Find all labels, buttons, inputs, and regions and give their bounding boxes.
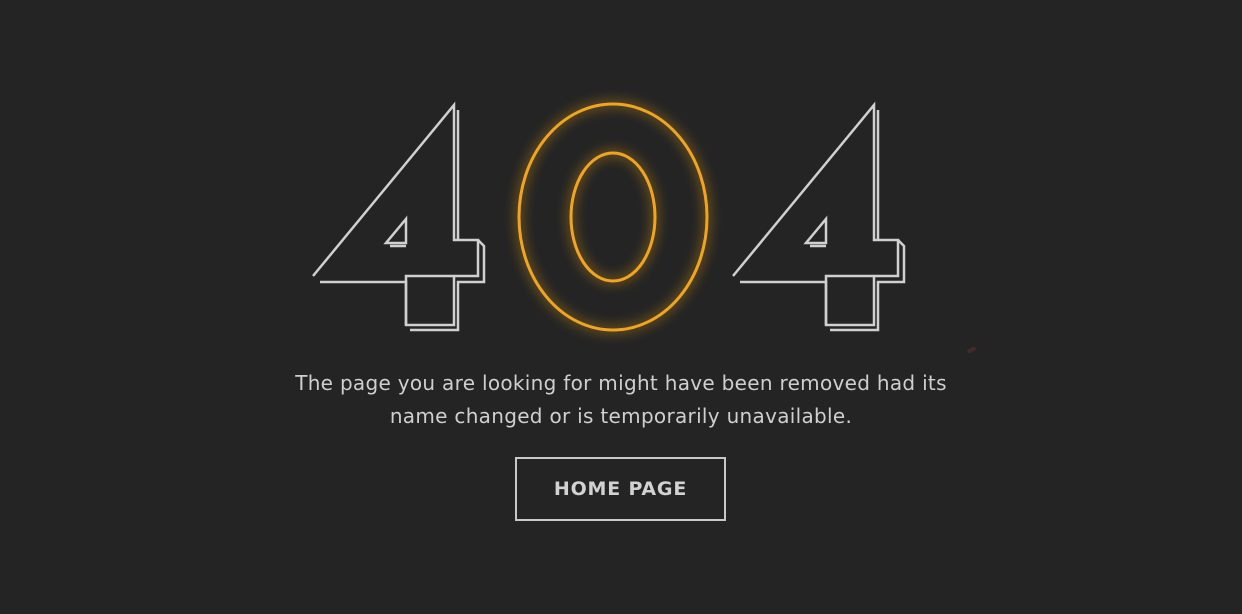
error-message-line-1: The page you are looking for might have …: [295, 371, 947, 395]
error-code-404: [312, 101, 906, 332]
home-page-button[interactable]: HOME PAGE: [515, 457, 726, 521]
error-message-line-2: name changed or is temporarily unavailab…: [389, 404, 853, 428]
error-page: The page you are looking for might have …: [0, 0, 1242, 614]
error-message: The page you are looking for might have …: [0, 367, 1242, 433]
digit-zero: [517, 102, 709, 332]
digit-four-left: [312, 101, 486, 332]
digit-four-right: [732, 101, 906, 332]
